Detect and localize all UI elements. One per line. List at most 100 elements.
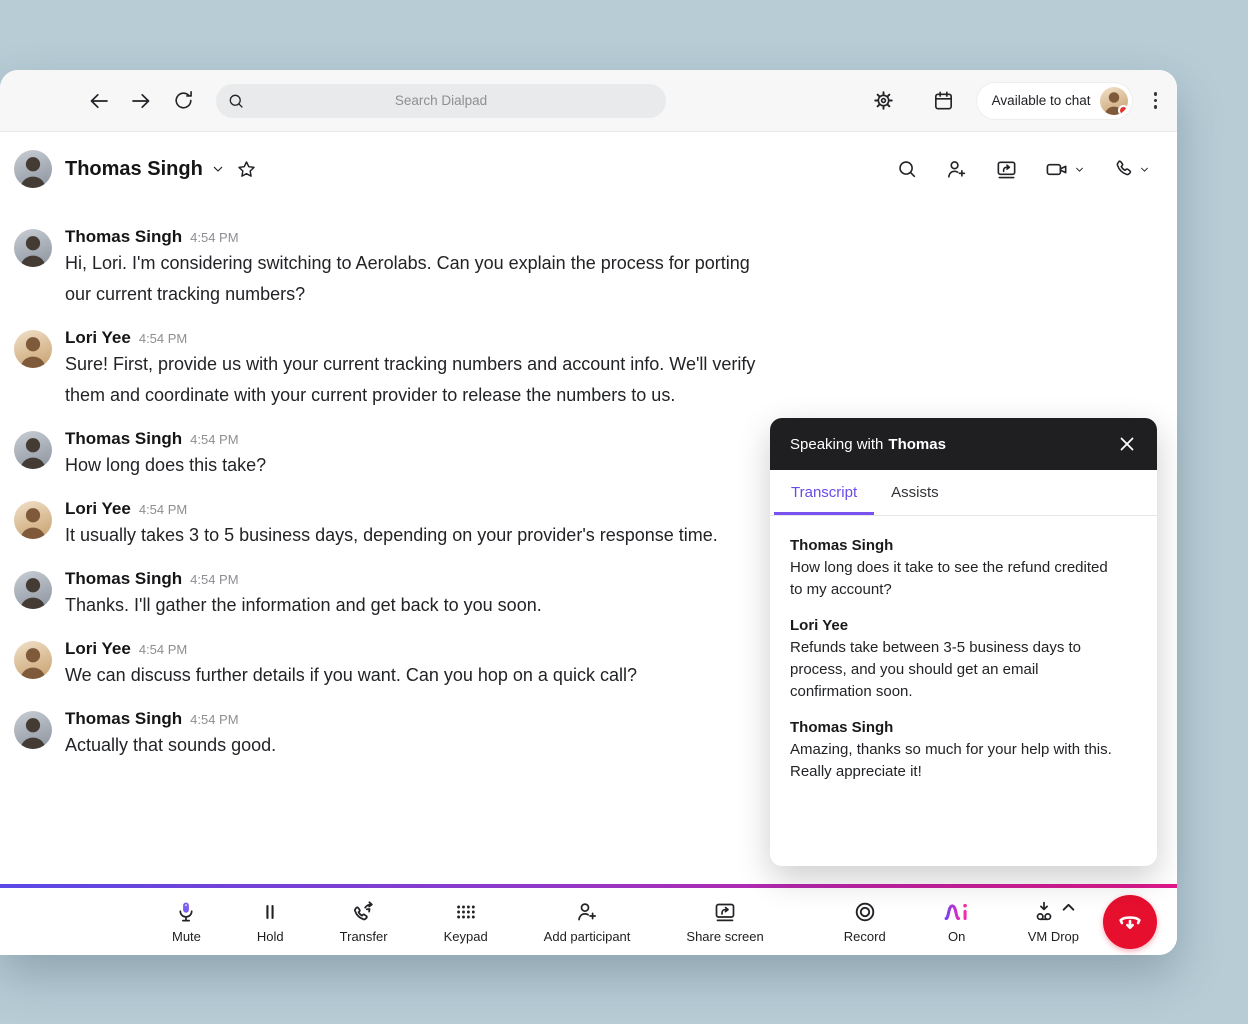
chevron-down-icon [213, 166, 223, 172]
message-timestamp: 4:54 PM [190, 230, 239, 245]
record-icon [855, 902, 874, 922]
live-call-panel-header: Speaking with Thomas [770, 418, 1157, 470]
call-control-bar: Mute Hold Transfer Keypad Add participan… [0, 888, 1177, 955]
message-timestamp: 4:54 PM [190, 432, 239, 447]
panel-tabs: Transcript Assists [770, 470, 1157, 516]
chevron-down-icon [1076, 167, 1083, 172]
sender-name: Thomas Singh [65, 569, 183, 588]
transcript-speaker: Thomas Singh [790, 719, 894, 736]
share-screen-button[interactable] [995, 158, 1018, 181]
arrow-right-icon [132, 93, 150, 108]
call-button[interactable] [1113, 158, 1151, 180]
sender-avatar [14, 229, 52, 267]
transcript-text: Refunds take between 3-5 business days t… [790, 639, 1082, 700]
more-options-button[interactable] [1150, 88, 1162, 113]
transcript-entry: Thomas Singh How long does it take to se… [790, 535, 1137, 601]
message-timestamp: 4:54 PM [138, 502, 188, 517]
ai-toggle-button[interactable]: On [942, 899, 972, 944]
sender-avatar [14, 431, 52, 469]
screen-share-icon [715, 903, 735, 922]
voicemail-drop-icon [1036, 901, 1052, 921]
search-bar[interactable] [216, 83, 666, 118]
availability-status[interactable]: Available to chat [976, 82, 1132, 119]
add-person-button[interactable] [945, 158, 968, 181]
sender-name: Thomas Singh [65, 227, 183, 246]
phone-icon [1116, 160, 1132, 176]
keypad-icon [456, 905, 475, 919]
sender-avatar [14, 571, 52, 609]
tab-transcript[interactable]: Transcript [774, 470, 875, 515]
message-timestamp: 4:54 PM [190, 712, 239, 727]
top-bar: Available to chat [0, 70, 1177, 132]
video-camera-icon [1046, 163, 1067, 175]
sender-name: Lori Yee [65, 639, 131, 658]
message-timestamp: 4:54 PM [138, 642, 188, 657]
message-timestamp: 4:54 PM [190, 572, 239, 587]
gear-icon [874, 91, 893, 110]
chevron-up-icon [1062, 903, 1075, 911]
star-icon [238, 160, 255, 177]
transcript-text: Amazing, thanks so much for your help wi… [790, 741, 1112, 780]
message-row: Thomas Singh 4:54 PM Hi, Lori. I'm consi… [14, 218, 1177, 319]
transcript-speaker: Lori Yee [790, 617, 849, 634]
sender-name: Lori Yee [65, 328, 131, 347]
close-panel-button[interactable] [1113, 430, 1141, 458]
close-icon [1120, 437, 1134, 451]
favorite-button[interactable] [236, 159, 257, 180]
person-add-icon [948, 160, 966, 178]
video-call-button[interactable] [1045, 157, 1086, 182]
speaking-with-label: Speaking with [790, 435, 884, 453]
message-text: We can discuss further details if you wa… [65, 665, 637, 685]
sender-avatar [14, 501, 52, 539]
add-participant-button[interactable]: Add participant [544, 899, 630, 944]
person-add-icon [578, 903, 597, 921]
arrow-left-icon [90, 93, 108, 108]
end-call-button[interactable] [1103, 894, 1157, 949]
sender-name: Thomas Singh [65, 709, 183, 728]
search-in-conversation-button[interactable] [896, 158, 918, 180]
transcript-content: Thomas Singh How long does it take to se… [770, 516, 1157, 816]
calendar-button[interactable] [929, 86, 959, 116]
contact-menu-chevron[interactable] [210, 161, 226, 177]
user-avatar [1099, 86, 1128, 115]
refresh-icon [174, 91, 192, 109]
message-text: Actually that sounds good. [65, 735, 277, 755]
message-text: How long does this take? [65, 455, 267, 475]
mute-button[interactable]: Mute [172, 899, 201, 944]
back-button[interactable] [84, 86, 114, 116]
busy-status-dot [1117, 104, 1128, 115]
forward-button[interactable] [126, 86, 156, 116]
search-input[interactable] [216, 83, 666, 118]
search-icon [899, 161, 916, 178]
transfer-button[interactable]: Transfer [340, 899, 388, 944]
transcript-entry: Lori Yee Refunds take between 3-5 busine… [790, 615, 1137, 703]
sender-avatar [14, 641, 52, 679]
message-text: Thanks. I'll gather the information and … [65, 595, 542, 615]
keypad-button[interactable]: Keypad [444, 899, 488, 944]
message-text: Hi, Lori. I'm considering switching to A… [65, 253, 750, 304]
chevron-down-icon [1141, 167, 1148, 172]
screen-share-icon [997, 160, 1016, 178]
calendar-icon [935, 91, 953, 110]
microphone-icon [179, 902, 194, 922]
message-row: Lori Yee 4:54 PM Sure! First, provide us… [14, 319, 1177, 420]
message-timestamp: 4:54 PM [138, 331, 188, 346]
sender-name: Thomas Singh [65, 429, 183, 448]
sender-avatar [14, 711, 52, 749]
sender-name: Lori Yee [65, 499, 131, 518]
refresh-button[interactable] [168, 86, 198, 116]
share-screen-button[interactable]: Share screen [686, 899, 764, 944]
hold-button[interactable]: Hold [257, 899, 284, 944]
contact-avatar [14, 150, 52, 188]
tab-assists[interactable]: Assists [874, 470, 956, 515]
settings-button[interactable] [869, 86, 899, 116]
dialpad-ai-icon [944, 903, 967, 921]
availability-label: Available to chat [991, 93, 1091, 108]
pause-icon [266, 904, 274, 920]
record-button[interactable]: Record [844, 899, 886, 944]
transcript-speaker: Thomas Singh [790, 537, 894, 554]
message-text: Sure! First, provide us with your curren… [65, 354, 756, 405]
speaking-with-name: Thomas [888, 435, 946, 453]
vm-drop-button[interactable]: VM Drop [1028, 899, 1079, 944]
message-text: It usually takes 3 to 5 business days, d… [65, 525, 718, 545]
